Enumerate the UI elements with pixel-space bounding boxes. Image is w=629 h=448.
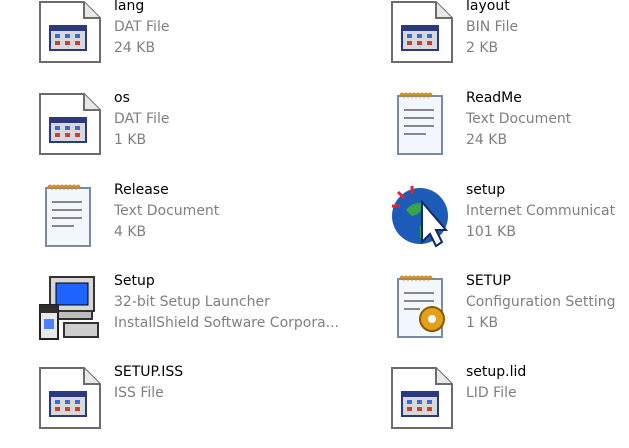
- file-size: 2 KB: [466, 40, 499, 56]
- file-name: setup.lid: [466, 364, 527, 380]
- file-name: setup: [466, 182, 506, 198]
- lid-file-icon: [386, 362, 458, 434]
- file-size: 1 KB: [114, 132, 147, 148]
- file-type: Internet Communicat: [466, 203, 616, 219]
- file-type: ISS File: [114, 385, 164, 401]
- file-name: Setup: [114, 273, 155, 289]
- file-size: 1 KB: [466, 315, 499, 331]
- dat-file-icon: [34, 0, 106, 68]
- file-type: Text Document: [466, 111, 572, 127]
- file-item-setup-lid[interactable]: setup.lid LID File: [386, 362, 629, 448]
- file-name: SETUP: [466, 273, 511, 289]
- file-item-setup-internet[interactable]: setup Internet Communicat 101 KB: [386, 180, 629, 266]
- file-company: InstallShield Software Corpora...: [114, 315, 340, 331]
- file-item-os[interactable]: os DAT File 1 KB: [34, 88, 374, 174]
- file-size: 4 KB: [114, 224, 147, 240]
- file-size: 24 KB: [114, 40, 156, 56]
- file-item-layout[interactable]: layout BIN File 2 KB: [386, 0, 629, 82]
- setup-launcher-icon: [34, 271, 106, 343]
- file-name: Release: [114, 182, 169, 198]
- file-type: 32-bit Setup Launcher: [114, 294, 270, 310]
- text-document-icon: [386, 88, 458, 160]
- file-size: 101 KB: [466, 224, 516, 240]
- file-item-readme[interactable]: ReadMe Text Document 24 KB: [386, 88, 629, 174]
- file-name: SETUP.ISS: [114, 364, 184, 380]
- text-document-icon: [34, 180, 106, 252]
- iss-file-icon: [34, 362, 106, 434]
- file-item-setup-config[interactable]: SETUP Configuration Setting 1 KB: [386, 271, 629, 357]
- file-size: 24 KB: [466, 132, 508, 148]
- dat-file-icon: [34, 88, 106, 160]
- file-type: Text Document: [114, 203, 220, 219]
- file-type: DAT File: [114, 19, 170, 35]
- file-item-setup-exe[interactable]: Setup 32-bit Setup Launcher InstallShiel…: [34, 271, 374, 357]
- file-name: os: [114, 90, 130, 106]
- file-type: BIN File: [466, 19, 519, 35]
- file-type: LID File: [466, 385, 517, 401]
- file-item-lang[interactable]: lang DAT File 24 KB: [34, 0, 374, 82]
- file-item-setup-iss[interactable]: SETUP.ISS ISS File: [34, 362, 374, 448]
- file-item-release[interactable]: Release Text Document 4 KB: [34, 180, 374, 266]
- file-type: Configuration Setting: [466, 294, 616, 310]
- file-name: layout: [466, 0, 510, 14]
- internet-shortcut-icon: [386, 180, 458, 252]
- file-name: ReadMe: [466, 90, 522, 106]
- file-type: DAT File: [114, 111, 170, 127]
- config-settings-icon: [386, 271, 458, 343]
- file-name: lang: [114, 0, 145, 14]
- bin-file-icon: [386, 0, 458, 68]
